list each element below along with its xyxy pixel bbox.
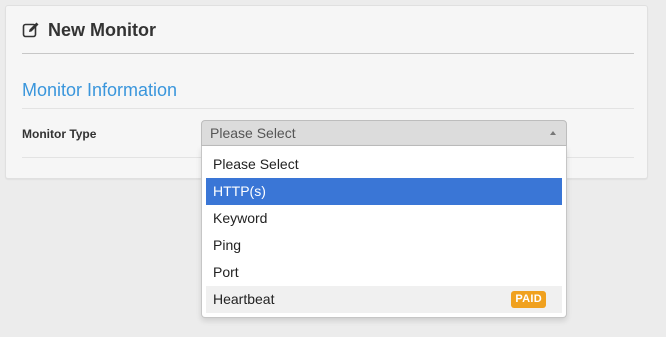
option-label: Port [213, 264, 239, 280]
option-label: HTTP(s) [213, 183, 266, 199]
option-label: Ping [213, 237, 242, 253]
caret-up-icon [550, 131, 556, 135]
option-label: Please Select [213, 156, 299, 172]
option-label: Heartbeat [213, 291, 275, 307]
option-port[interactable]: Port [206, 259, 562, 286]
option-heartbeat[interactable]: Heartbeat PAID [206, 286, 562, 313]
page-title: New Monitor [48, 20, 156, 40]
section-title: Monitor Information [22, 80, 178, 100]
option-label: Keyword [213, 210, 268, 226]
edit-icon [22, 22, 39, 38]
option-https[interactable]: HTTP(s) [206, 178, 562, 205]
option-ping[interactable]: Ping [206, 232, 562, 259]
monitor-type-value: Please Select [210, 125, 296, 141]
panel-header: New Monitor [22, 20, 634, 54]
monitor-type-select[interactable]: Please Select [201, 120, 567, 146]
monitor-type-label: Monitor Type [22, 127, 97, 141]
paid-badge: PAID [511, 291, 546, 308]
option-please-select[interactable]: Please Select [206, 151, 562, 178]
option-keyword[interactable]: Keyword [206, 205, 562, 232]
section-divider [22, 108, 634, 109]
monitor-type-dropdown: Please Select HTTP(s) Keyword Ping Port … [201, 146, 567, 318]
